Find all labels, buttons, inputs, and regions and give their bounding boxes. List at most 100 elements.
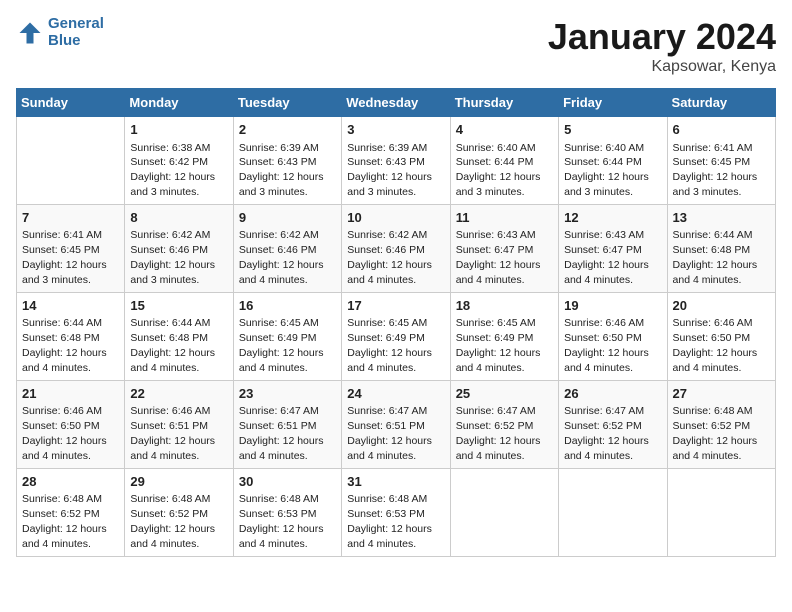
day-number: 30: [239, 473, 336, 491]
weekday-header-friday: Friday: [559, 89, 667, 117]
day-number: 18: [456, 297, 553, 315]
cell-content: Sunrise: 6:39 AMSunset: 6:43 PMDaylight:…: [239, 142, 324, 199]
calendar-cell: 2 Sunrise: 6:39 AMSunset: 6:43 PMDaylight…: [233, 117, 341, 205]
day-number: 19: [564, 297, 661, 315]
calendar-cell: 30 Sunrise: 6:48 AMSunset: 6:53 PMDayligh…: [233, 468, 341, 556]
weekday-header-saturday: Saturday: [667, 89, 775, 117]
day-number: 9: [239, 209, 336, 227]
weekday-header-sunday: Sunday: [17, 89, 125, 117]
calendar-cell: 10Sunrise: 6:42 AMSunset: 6:46 PMDayligh…: [342, 204, 450, 292]
logo-blue: Blue: [48, 33, 104, 50]
day-number: 10: [347, 209, 444, 227]
calendar-cell: 18 Sunrise: 6:45 AMSunset: 6:49 PMDayligh…: [450, 292, 558, 380]
day-number: 22: [130, 385, 227, 403]
calendar-cell: 4 Sunrise: 6:40 AMSunset: 6:44 PMDaylight…: [450, 117, 558, 205]
calendar-cell: 24Sunrise: 6:47 AMSunset: 6:51 PMDayligh…: [342, 380, 450, 468]
cell-content: Sunrise: 6:43 AMSunset: 6:47 PMDaylight:…: [564, 229, 649, 286]
cell-content: Sunrise: 6:45 AMSunset: 6:49 PMDaylight:…: [239, 317, 324, 374]
day-number: 31: [347, 473, 444, 491]
calendar-cell: 15 Sunrise: 6:44 AMSunset: 6:48 PMDayligh…: [125, 292, 233, 380]
day-number: 5: [564, 121, 661, 139]
calendar-week-5: 28Sunrise: 6:48 AMSunset: 6:52 PMDayligh…: [17, 468, 776, 556]
calendar-cell: 17Sunrise: 6:45 AMSunset: 6:49 PMDayligh…: [342, 292, 450, 380]
calendar-cell: [667, 468, 775, 556]
logo: General Blue: [16, 16, 104, 49]
cell-content: Sunrise: 6:47 AMSunset: 6:51 PMDaylight:…: [347, 405, 432, 462]
day-number: 29: [130, 473, 227, 491]
calendar-week-3: 14 Sunrise: 6:44 AMSunset: 6:48 PMDayligh…: [17, 292, 776, 380]
cell-content: Sunrise: 6:43 AMSunset: 6:47 PMDaylight:…: [456, 229, 541, 286]
day-number: 14: [22, 297, 119, 315]
cell-content: Sunrise: 6:48 AMSunset: 6:53 PMDaylight:…: [239, 493, 324, 550]
logo-general: General: [48, 15, 104, 32]
cell-content: Sunrise: 6:44 AMSunset: 6:48 PMDaylight:…: [673, 229, 758, 286]
day-number: 15: [130, 297, 227, 315]
day-number: 4: [456, 121, 553, 139]
weekday-header-row: SundayMondayTuesdayWednesdayThursdayFrid…: [17, 89, 776, 117]
calendar-cell: 26Sunrise: 6:47 AMSunset: 6:52 PMDayligh…: [559, 380, 667, 468]
calendar-cell: 31 Sunrise: 6:48 AMSunset: 6:53 PMDayligh…: [342, 468, 450, 556]
calendar-cell: 27Sunrise: 6:48 AMSunset: 6:52 PMDayligh…: [667, 380, 775, 468]
day-number: 3: [347, 121, 444, 139]
calendar-cell: 19 Sunrise: 6:46 AMSunset: 6:50 PMDayligh…: [559, 292, 667, 380]
calendar-cell: 23 Sunrise: 6:47 AMSunset: 6:51 PMDayligh…: [233, 380, 341, 468]
calendar-cell: 13Sunrise: 6:44 AMSunset: 6:48 PMDayligh…: [667, 204, 775, 292]
cell-content: Sunrise: 6:38 AMSunset: 6:42 PMDaylight:…: [130, 142, 215, 199]
day-number: 20: [673, 297, 770, 315]
day-number: 11: [456, 209, 553, 227]
cell-content: Sunrise: 6:48 AMSunset: 6:53 PMDaylight:…: [347, 493, 432, 550]
cell-content: Sunrise: 6:48 AMSunset: 6:52 PMDaylight:…: [22, 493, 107, 550]
cell-content: Sunrise: 6:45 AMSunset: 6:49 PMDaylight:…: [456, 317, 541, 374]
weekday-header-wednesday: Wednesday: [342, 89, 450, 117]
calendar-cell: 29 Sunrise: 6:48 AMSunset: 6:52 PMDayligh…: [125, 468, 233, 556]
calendar-cell: 28Sunrise: 6:48 AMSunset: 6:52 PMDayligh…: [17, 468, 125, 556]
month-title: January 2024: [548, 16, 776, 58]
weekday-header-monday: Monday: [125, 89, 233, 117]
page-header: General Blue January 2024 Kapsowar, Keny…: [16, 16, 776, 76]
title-block: January 2024 Kapsowar, Kenya: [548, 16, 776, 76]
calendar-cell: 3 Sunrise: 6:39 AMSunset: 6:43 PMDaylight…: [342, 117, 450, 205]
location: Kapsowar, Kenya: [548, 58, 776, 76]
cell-content: Sunrise: 6:41 AMSunset: 6:45 PMDaylight:…: [673, 142, 758, 199]
cell-content: Sunrise: 6:46 AMSunset: 6:51 PMDaylight:…: [130, 405, 215, 462]
cell-content: Sunrise: 6:46 AMSunset: 6:50 PMDaylight:…: [22, 405, 107, 462]
cell-content: Sunrise: 6:42 AMSunset: 6:46 PMDaylight:…: [239, 229, 324, 286]
cell-content: Sunrise: 6:45 AMSunset: 6:49 PMDaylight:…: [347, 317, 432, 374]
calendar-cell: 6 Sunrise: 6:41 AMSunset: 6:45 PMDaylight…: [667, 117, 775, 205]
calendar-week-2: 7 Sunrise: 6:41 AMSunset: 6:45 PMDaylight…: [17, 204, 776, 292]
calendar-cell: [450, 468, 558, 556]
calendar-cell: 1 Sunrise: 6:38 AMSunset: 6:42 PMDaylight…: [125, 117, 233, 205]
cell-content: Sunrise: 6:46 AMSunset: 6:50 PMDaylight:…: [564, 317, 649, 374]
logo-text: General Blue: [48, 16, 104, 49]
cell-content: Sunrise: 6:40 AMSunset: 6:44 PMDaylight:…: [456, 142, 541, 199]
calendar-cell: 22 Sunrise: 6:46 AMSunset: 6:51 PMDayligh…: [125, 380, 233, 468]
day-number: 8: [130, 209, 227, 227]
cell-content: Sunrise: 6:39 AMSunset: 6:43 PMDaylight:…: [347, 142, 432, 199]
calendar-cell: 8 Sunrise: 6:42 AMSunset: 6:46 PMDaylight…: [125, 204, 233, 292]
day-number: 23: [239, 385, 336, 403]
calendar-cell: [559, 468, 667, 556]
cell-content: Sunrise: 6:47 AMSunset: 6:51 PMDaylight:…: [239, 405, 324, 462]
weekday-header-thursday: Thursday: [450, 89, 558, 117]
calendar-week-1: 1 Sunrise: 6:38 AMSunset: 6:42 PMDaylight…: [17, 117, 776, 205]
cell-content: Sunrise: 6:48 AMSunset: 6:52 PMDaylight:…: [673, 405, 758, 462]
day-number: 1: [130, 121, 227, 139]
calendar-cell: 16 Sunrise: 6:45 AMSunset: 6:49 PMDayligh…: [233, 292, 341, 380]
day-number: 2: [239, 121, 336, 139]
cell-content: Sunrise: 6:47 AMSunset: 6:52 PMDaylight:…: [564, 405, 649, 462]
day-number: 16: [239, 297, 336, 315]
cell-content: Sunrise: 6:42 AMSunset: 6:46 PMDaylight:…: [130, 229, 215, 286]
day-number: 12: [564, 209, 661, 227]
cell-content: Sunrise: 6:48 AMSunset: 6:52 PMDaylight:…: [130, 493, 215, 550]
calendar-cell: 21Sunrise: 6:46 AMSunset: 6:50 PMDayligh…: [17, 380, 125, 468]
calendar-cell: 25Sunrise: 6:47 AMSunset: 6:52 PMDayligh…: [450, 380, 558, 468]
cell-content: Sunrise: 6:41 AMSunset: 6:45 PMDaylight:…: [22, 229, 107, 286]
day-number: 7: [22, 209, 119, 227]
cell-content: Sunrise: 6:44 AMSunset: 6:48 PMDaylight:…: [22, 317, 107, 374]
calendar-cell: 7 Sunrise: 6:41 AMSunset: 6:45 PMDaylight…: [17, 204, 125, 292]
calendar-cell: 5Sunrise: 6:40 AMSunset: 6:44 PMDaylight…: [559, 117, 667, 205]
day-number: 6: [673, 121, 770, 139]
logo-icon: [16, 19, 44, 47]
calendar-table: SundayMondayTuesdayWednesdayThursdayFrid…: [16, 88, 776, 557]
cell-content: Sunrise: 6:44 AMSunset: 6:48 PMDaylight:…: [130, 317, 215, 374]
